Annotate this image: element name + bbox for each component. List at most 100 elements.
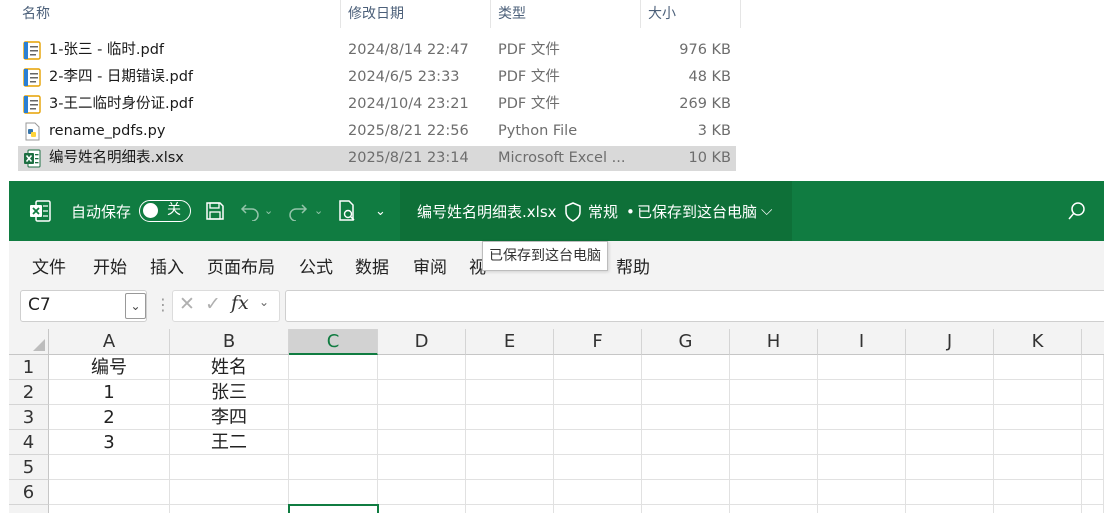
file-row[interactable]: 2-李四 - 日期错误.pdf 2024/6/5 23:33 PDF 文件 48… [18, 65, 736, 90]
column-header-J[interactable]: J [906, 329, 994, 355]
cell[interactable] [554, 430, 642, 455]
cell[interactable] [554, 355, 642, 380]
cell[interactable] [289, 405, 378, 430]
cell[interactable] [730, 405, 818, 430]
save-status[interactable]: 已保存到这台电脑 [637, 202, 757, 222]
cell[interactable] [378, 355, 466, 380]
file-row-selected[interactable]: 编号姓名明细表.xlsx 2025/8/21 23:14 Microsoft E… [18, 146, 736, 171]
file-row[interactable]: rename_pdfs.py 2025/8/21 22:56 Python Fi… [18, 119, 736, 144]
cell[interactable] [642, 355, 730, 380]
cell[interactable] [466, 455, 554, 480]
cell[interactable] [466, 405, 554, 430]
column-header-G[interactable]: G [642, 329, 730, 355]
redo-icon[interactable] [287, 201, 309, 221]
row-header-5[interactable]: 5 [9, 455, 49, 480]
cell[interactable]: 3 [49, 430, 170, 455]
cell[interactable] [906, 355, 994, 380]
resize-handle-icon[interactable]: ⋮ [155, 295, 171, 314]
cell[interactable] [289, 355, 378, 380]
formula-input[interactable] [285, 290, 1104, 322]
cell[interactable] [994, 405, 1082, 430]
column-header-D[interactable]: D [378, 329, 466, 355]
cell[interactable]: 王二 [170, 430, 289, 455]
tab-formulas[interactable]: 公式 [299, 253, 333, 278]
cell[interactable] [289, 455, 378, 480]
cell[interactable]: 姓名 [170, 355, 289, 380]
cell[interactable] [818, 430, 906, 455]
redo-dropdown-icon[interactable]: ⌄ [314, 201, 323, 221]
cell[interactable]: 编号 [49, 355, 170, 380]
cell[interactable] [466, 380, 554, 405]
name-box[interactable]: C7 ⌄ [20, 290, 147, 322]
cell[interactable] [818, 355, 906, 380]
cell[interactable] [642, 430, 730, 455]
tab-help[interactable]: 帮助 [616, 253, 650, 278]
cell[interactable] [1082, 480, 1104, 505]
cell[interactable] [730, 430, 818, 455]
cell[interactable] [466, 430, 554, 455]
cell[interactable] [906, 480, 994, 505]
active-cell[interactable] [288, 504, 379, 513]
column-header-H[interactable]: H [730, 329, 818, 355]
cell[interactable] [49, 480, 170, 505]
tab-review[interactable]: 审阅 [413, 253, 447, 278]
column-header-B[interactable]: B [170, 329, 289, 355]
cell[interactable] [289, 430, 378, 455]
cell[interactable] [818, 480, 906, 505]
cell[interactable] [818, 380, 906, 405]
cell[interactable] [170, 455, 289, 480]
cell[interactable] [170, 480, 289, 505]
cell[interactable] [906, 455, 994, 480]
insert-function-icon[interactable]: fx [231, 292, 249, 314]
header-divider[interactable] [340, 0, 341, 28]
autosave-toggle[interactable]: 关 [139, 200, 191, 222]
tab-data[interactable]: 数据 [355, 253, 389, 278]
cell[interactable] [1082, 430, 1104, 455]
header-divider[interactable] [640, 0, 641, 28]
cell[interactable] [49, 455, 170, 480]
cell[interactable] [1082, 405, 1104, 430]
function-dropdown-icon[interactable]: ⌄ [259, 295, 269, 309]
cell[interactable] [994, 505, 1082, 513]
cell[interactable] [642, 405, 730, 430]
cell[interactable] [466, 480, 554, 505]
cell[interactable] [554, 380, 642, 405]
cell[interactable] [642, 505, 730, 513]
column-header-name[interactable]: 名称 [22, 0, 50, 28]
cell[interactable] [818, 505, 906, 513]
enter-icon[interactable]: ✓ [205, 293, 221, 315]
customize-toolbar-icon[interactable]: ⌄ [375, 202, 386, 222]
cell[interactable] [554, 505, 642, 513]
file-row[interactable]: 1-张三 - 临时.pdf 2024/8/14 22:47 PDF 文件 976… [18, 38, 736, 63]
tab-home[interactable]: 开始 [93, 253, 127, 278]
column-header-C[interactable]: C [289, 329, 378, 355]
cell[interactable] [554, 455, 642, 480]
cell[interactable] [49, 505, 170, 513]
cell[interactable] [1082, 380, 1104, 405]
cell[interactable] [466, 505, 554, 513]
header-divider[interactable] [490, 0, 491, 28]
cell[interactable] [289, 480, 378, 505]
chevron-down-icon[interactable]: ⌵ [761, 200, 772, 220]
cell[interactable]: 张三 [170, 380, 289, 405]
column-header-modified[interactable]: 修改日期 [348, 0, 404, 28]
cell[interactable] [1082, 505, 1104, 513]
cell[interactable] [642, 380, 730, 405]
column-header-type[interactable]: 类型 [498, 0, 526, 28]
undo-dropdown-icon[interactable]: ⌄ [264, 201, 273, 221]
tab-page-layout[interactable]: 页面布局 [207, 253, 275, 278]
cell[interactable] [906, 505, 994, 513]
column-header-size[interactable]: 大小 [648, 0, 676, 28]
cell[interactable] [994, 480, 1082, 505]
tab-file[interactable]: 文件 [32, 253, 66, 278]
row-header-3[interactable]: 3 [9, 405, 49, 430]
cancel-icon[interactable]: ✕ [179, 293, 195, 315]
cell[interactable] [378, 380, 466, 405]
row-header-4[interactable]: 4 [9, 430, 49, 455]
cell[interactable] [554, 480, 642, 505]
cell[interactable] [730, 505, 818, 513]
name-box-dropdown-icon[interactable]: ⌄ [125, 293, 146, 319]
search-icon[interactable] [1067, 201, 1087, 221]
cell[interactable] [466, 355, 554, 380]
cell[interactable] [730, 355, 818, 380]
